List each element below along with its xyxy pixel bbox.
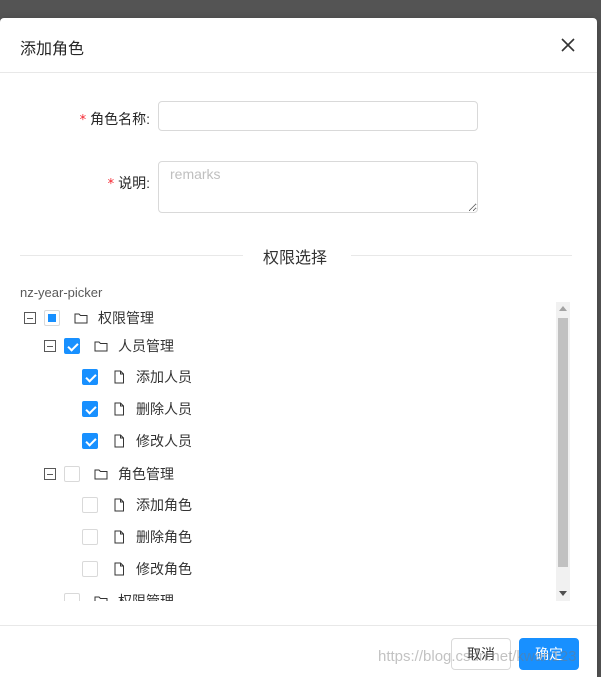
tree-node[interactable]: 添加人员	[82, 366, 192, 388]
watermark: https://blog.csdn.net/kwan123	[378, 648, 577, 665]
collapse-switcher-icon[interactable]	[44, 340, 56, 352]
tree-checkbox[interactable]	[44, 310, 60, 326]
close-icon[interactable]	[558, 35, 578, 55]
tree-node-label: 删除角色	[136, 529, 192, 545]
remark-row: * 说明:	[0, 161, 597, 215]
role-name-input[interactable]	[158, 101, 478, 131]
file-icon	[114, 434, 124, 448]
file-icon	[114, 498, 124, 512]
tree-checkbox[interactable]	[82, 529, 98, 545]
folder-icon	[94, 341, 108, 352]
add-role-modal: 添加角色 *角色名称: *说明: 权限选择 nz-year-picker 权限管…	[0, 18, 597, 677]
tree-node-label: 删除人员	[136, 401, 192, 417]
role-name-label: * 角色名称:	[79, 111, 150, 128]
file-icon	[114, 370, 124, 384]
tree-node[interactable]: 添加角色	[82, 494, 192, 516]
remark-textarea[interactable]	[158, 161, 478, 213]
tree-node-label: 人员管理	[118, 338, 174, 354]
tree-node[interactable]: 删除角色	[82, 526, 192, 548]
tree-node-label: 权限管理	[98, 310, 154, 326]
tree-caption: nz-year-picker	[20, 285, 103, 300]
tree-node-label: 添加角色	[136, 497, 192, 513]
tree-checkbox[interactable]	[64, 593, 80, 601]
tree-checkbox[interactable]	[82, 561, 98, 577]
tree-node-label: 添加人员	[136, 369, 192, 385]
modal-title: 添加角色	[20, 41, 85, 58]
tree-node[interactable]: 修改人员	[82, 430, 192, 452]
tree-node[interactable]: 权限管理	[64, 590, 174, 601]
scroll-up-arrow-icon[interactable]	[559, 306, 567, 311]
tree-scrollbar[interactable]	[556, 302, 570, 601]
permission-tree: 权限管理 人员管理 添加人员 删除人员 修改人员 角色管理 添加角色 删除角色 …	[20, 306, 556, 601]
tree-node[interactable]: 角色管理	[44, 463, 174, 485]
tree-node[interactable]: 人员管理	[44, 335, 174, 357]
folder-icon	[94, 596, 108, 601]
modal-header: 添加角色	[0, 18, 597, 73]
tree-node[interactable]: 删除人员	[82, 398, 192, 420]
remark-label: * 说明:	[107, 175, 150, 192]
file-icon	[114, 402, 124, 416]
collapse-switcher-icon[interactable]	[24, 312, 36, 324]
role-name-row: * 角色名称:	[0, 101, 597, 133]
tree-node-label: 修改角色	[136, 561, 192, 577]
file-icon	[114, 562, 124, 576]
tree-node-label: 修改人员	[136, 433, 192, 449]
collapse-switcher-icon[interactable]	[44, 468, 56, 480]
tree-checkbox[interactable]	[82, 401, 98, 417]
tree-checkbox[interactable]	[64, 466, 80, 482]
scroll-down-arrow-icon[interactable]	[559, 591, 567, 596]
required-mark: *	[107, 177, 115, 192]
permission-divider: 权限选择	[20, 244, 572, 267]
tree-checkbox[interactable]	[82, 433, 98, 449]
divider-text: 权限选择	[263, 250, 328, 267]
file-icon	[114, 530, 124, 544]
tree-node-label: 权限管理	[118, 593, 174, 601]
tree-node[interactable]: 权限管理	[24, 307, 154, 329]
tree-node[interactable]: 修改角色	[82, 558, 192, 580]
required-mark: *	[79, 113, 87, 128]
tree-node-label: 角色管理	[118, 466, 174, 482]
folder-icon	[94, 469, 108, 480]
scrollbar-thumb[interactable]	[558, 318, 568, 567]
tree-checkbox[interactable]	[82, 369, 98, 385]
tree-checkbox[interactable]	[64, 338, 80, 354]
folder-icon	[74, 313, 88, 324]
tree-checkbox[interactable]	[82, 497, 98, 513]
